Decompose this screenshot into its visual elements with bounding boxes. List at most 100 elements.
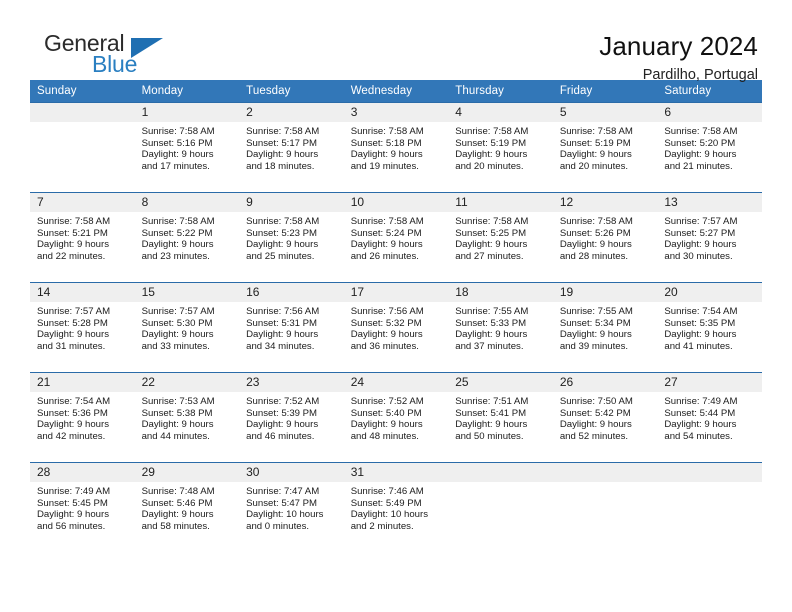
sunset-text: Sunset: 5:40 PM xyxy=(350,407,422,419)
day-number: 31 xyxy=(343,463,449,482)
sunrise-text: Sunrise: 7:58 AM xyxy=(37,216,111,227)
weekday-header-wednesday: Wednesday xyxy=(343,80,449,103)
calendar-day-cell[interactable]: 1 Sunrise: 7:58 AM Sunset: 5:16 PM Daylight… xyxy=(134,102,240,193)
calendar-day-cell[interactable]: 15 Sunrise: 7:57 AM Sunset: 5:30 PM Dayligh… xyxy=(134,282,240,373)
sunset-text: Sunset: 5:27 PM xyxy=(664,227,736,239)
sunrise-text: Sunrise: 7:54 AM xyxy=(37,396,111,407)
calendar-day-cell[interactable]: 19 Sunrise: 7:55 AM Sunset: 5:34 PM Dayligh… xyxy=(552,282,658,373)
sunset-text: Sunset: 5:19 PM xyxy=(455,137,527,149)
calendar-day-cell-empty xyxy=(657,462,762,553)
calendar-day-cell[interactable]: 24 Sunrise: 7:52 AM Sunset: 5:40 PM Dayligh… xyxy=(343,372,449,463)
sunset-text: Sunset: 5:19 PM xyxy=(559,137,631,149)
calendar-day-cell[interactable]: 7 Sunrise: 7:58 AM Sunset: 5:21 PM Daylight… xyxy=(30,192,135,283)
day-number: 2 xyxy=(239,103,344,122)
calendar-day-cell[interactable]: 28 Sunrise: 7:49 AM Sunset: 5:45 PM Dayligh… xyxy=(30,462,135,553)
calendar-day-cell[interactable]: 6 Sunrise: 7:58 AM Sunset: 5:20 PM Daylight… xyxy=(657,102,762,193)
weekday-header-sunday: Sunday xyxy=(30,80,135,103)
day-number: 1 xyxy=(134,103,240,122)
calendar-day-cell[interactable]: 2 Sunrise: 7:58 AM Sunset: 5:17 PM Daylight… xyxy=(239,102,344,193)
day-number: 8 xyxy=(134,193,240,212)
calendar-day-cell[interactable]: 9 Sunrise: 7:58 AM Sunset: 5:23 PM Daylight… xyxy=(239,192,344,283)
sunrise-text: Sunrise: 7:50 AM xyxy=(559,396,633,407)
day-details: Sunrise: 7:56 AM Sunset: 5:31 PM Daylight:… xyxy=(239,302,344,352)
day-number: 17 xyxy=(343,283,449,302)
calendar-day-cell[interactable]: 11 Sunrise: 7:58 AM Sunset: 5:25 PM Dayligh… xyxy=(448,192,553,283)
daylight-text-line2: and 22 minutes. xyxy=(37,250,106,262)
calendar-day-cell[interactable]: 31 Sunrise: 7:46 AM Sunset: 5:49 PM Dayligh… xyxy=(343,462,449,553)
sunrise-text: Sunrise: 7:58 AM xyxy=(664,126,738,137)
calendar-day-cell[interactable]: 5 Sunrise: 7:58 AM Sunset: 5:19 PM Daylight… xyxy=(552,102,658,193)
day-number: 9 xyxy=(239,193,344,212)
daylight-text-line2: and 42 minutes. xyxy=(37,430,106,442)
calendar-day-cell[interactable]: 20 Sunrise: 7:54 AM Sunset: 5:35 PM Dayligh… xyxy=(657,282,762,373)
calendar-day-cell[interactable]: 3 Sunrise: 7:58 AM Sunset: 5:18 PM Daylight… xyxy=(343,102,449,193)
general-blue-logo[interactable]: General Blue xyxy=(34,30,174,82)
calendar-day-cell[interactable]: 12 Sunrise: 7:58 AM Sunset: 5:26 PM Dayligh… xyxy=(552,192,658,283)
sunset-text: Sunset: 5:20 PM xyxy=(664,137,736,149)
daylight-text-line2: and 48 minutes. xyxy=(350,430,419,442)
calendar-day-cell[interactable]: 16 Sunrise: 7:56 AM Sunset: 5:31 PM Dayligh… xyxy=(239,282,344,373)
daylight-text-line1: Daylight: 9 hours xyxy=(350,239,423,251)
day-details: Sunrise: 7:58 AM Sunset: 5:26 PM Daylight:… xyxy=(553,212,658,262)
day-number xyxy=(552,463,658,482)
daylight-text-line2: and 44 minutes. xyxy=(141,430,210,442)
day-details: Sunrise: 7:54 AM Sunset: 5:36 PM Daylight:… xyxy=(30,392,135,442)
daylight-text-line1: Daylight: 9 hours xyxy=(664,329,737,341)
daylight-text-line1: Daylight: 9 hours xyxy=(246,419,319,431)
day-number: 10 xyxy=(343,193,449,212)
daylight-text-line1: Daylight: 9 hours xyxy=(37,239,109,251)
calendar-day-cell[interactable]: 10 Sunrise: 7:58 AM Sunset: 5:24 PM Dayligh… xyxy=(343,192,449,283)
sunrise-text: Sunrise: 7:52 AM xyxy=(246,396,320,407)
daylight-text-line1: Daylight: 9 hours xyxy=(559,149,632,161)
calendar-day-cell[interactable]: 18 Sunrise: 7:55 AM Sunset: 5:33 PM Dayligh… xyxy=(448,282,553,373)
calendar-day-cell[interactable]: 13 Sunrise: 7:57 AM Sunset: 5:27 PM Dayligh… xyxy=(657,192,762,283)
day-number: 20 xyxy=(657,283,762,302)
calendar-day-cell[interactable]: 8 Sunrise: 7:58 AM Sunset: 5:22 PM Daylight… xyxy=(134,192,240,283)
calendar-day-cell[interactable]: 21 Sunrise: 7:54 AM Sunset: 5:36 PM Dayligh… xyxy=(30,372,135,463)
day-details: Sunrise: 7:47 AM Sunset: 5:47 PM Daylight:… xyxy=(239,482,344,532)
calendar-week-row: 21 Sunrise: 7:54 AM Sunset: 5:36 PM Dayligh… xyxy=(30,372,762,463)
calendar-day-cell[interactable]: 30 Sunrise: 7:47 AM Sunset: 5:47 PM Dayligh… xyxy=(239,462,344,553)
sunrise-text: Sunrise: 7:58 AM xyxy=(559,126,633,137)
daylight-text-line2: and 21 minutes. xyxy=(664,160,733,172)
day-details: Sunrise: 7:52 AM Sunset: 5:40 PM Daylight:… xyxy=(344,392,449,442)
sunset-text: Sunset: 5:17 PM xyxy=(246,137,318,149)
sunrise-text: Sunrise: 7:49 AM xyxy=(37,486,111,497)
daylight-text-line1: Daylight: 10 hours xyxy=(246,509,324,521)
day-details: Sunrise: 7:58 AM Sunset: 5:23 PM Daylight:… xyxy=(239,212,344,262)
calendar-day-cell[interactable]: 17 Sunrise: 7:56 AM Sunset: 5:32 PM Dayligh… xyxy=(343,282,449,373)
calendar-day-cell-empty xyxy=(30,102,135,193)
sunset-text: Sunset: 5:26 PM xyxy=(559,227,631,239)
sunrise-text: Sunrise: 7:57 AM xyxy=(664,216,738,227)
daylight-text-line1: Daylight: 10 hours xyxy=(350,509,429,521)
daylight-text-line2: and 25 minutes. xyxy=(246,250,315,262)
sunset-text: Sunset: 5:18 PM xyxy=(350,137,422,149)
daylight-text-line2: and 46 minutes. xyxy=(246,430,315,442)
calendar-day-cell[interactable]: 14 Sunrise: 7:57 AM Sunset: 5:28 PM Dayligh… xyxy=(30,282,135,373)
sunset-text: Sunset: 5:49 PM xyxy=(350,497,422,509)
calendar-day-cell[interactable]: 4 Sunrise: 7:58 AM Sunset: 5:19 PM Daylight… xyxy=(448,102,553,193)
calendar-day-cell[interactable]: 25 Sunrise: 7:51 AM Sunset: 5:41 PM Dayligh… xyxy=(448,372,553,463)
page-header: General Blue January 2024 Pardilho, Port… xyxy=(0,0,792,83)
sunset-text: Sunset: 5:21 PM xyxy=(37,227,108,239)
daylight-text-line1: Daylight: 9 hours xyxy=(246,149,319,161)
calendar-day-cell[interactable]: 22 Sunrise: 7:53 AM Sunset: 5:38 PM Dayligh… xyxy=(134,372,240,463)
logo-text-blue: Blue xyxy=(92,51,138,77)
sunrise-text: Sunrise: 7:55 AM xyxy=(455,306,529,317)
day-details: Sunrise: 7:57 AM Sunset: 5:30 PM Daylight:… xyxy=(135,302,240,352)
day-number: 24 xyxy=(343,373,449,392)
day-details: Sunrise: 7:58 AM Sunset: 5:22 PM Daylight:… xyxy=(135,212,240,262)
sunrise-text: Sunrise: 7:58 AM xyxy=(246,216,320,227)
day-number xyxy=(448,463,553,482)
daylight-text-line1: Daylight: 9 hours xyxy=(141,509,214,521)
calendar-day-cell[interactable]: 27 Sunrise: 7:49 AM Sunset: 5:44 PM Dayligh… xyxy=(657,372,762,463)
daylight-text-line2: and 37 minutes. xyxy=(455,340,524,352)
calendar-day-cell[interactable]: 29 Sunrise: 7:48 AM Sunset: 5:46 PM Dayligh… xyxy=(134,462,240,553)
daylight-text-line2: and 28 minutes. xyxy=(559,250,629,262)
calendar-day-cell[interactable]: 23 Sunrise: 7:52 AM Sunset: 5:39 PM Dayligh… xyxy=(239,372,344,463)
calendar-day-cell[interactable]: 26 Sunrise: 7:50 AM Sunset: 5:42 PM Dayligh… xyxy=(552,372,658,463)
weekday-header-thursday: Thursday xyxy=(448,80,553,103)
day-details: Sunrise: 7:53 AM Sunset: 5:38 PM Daylight:… xyxy=(135,392,240,442)
daylight-text-line1: Daylight: 9 hours xyxy=(141,419,214,431)
day-number: 16 xyxy=(239,283,344,302)
